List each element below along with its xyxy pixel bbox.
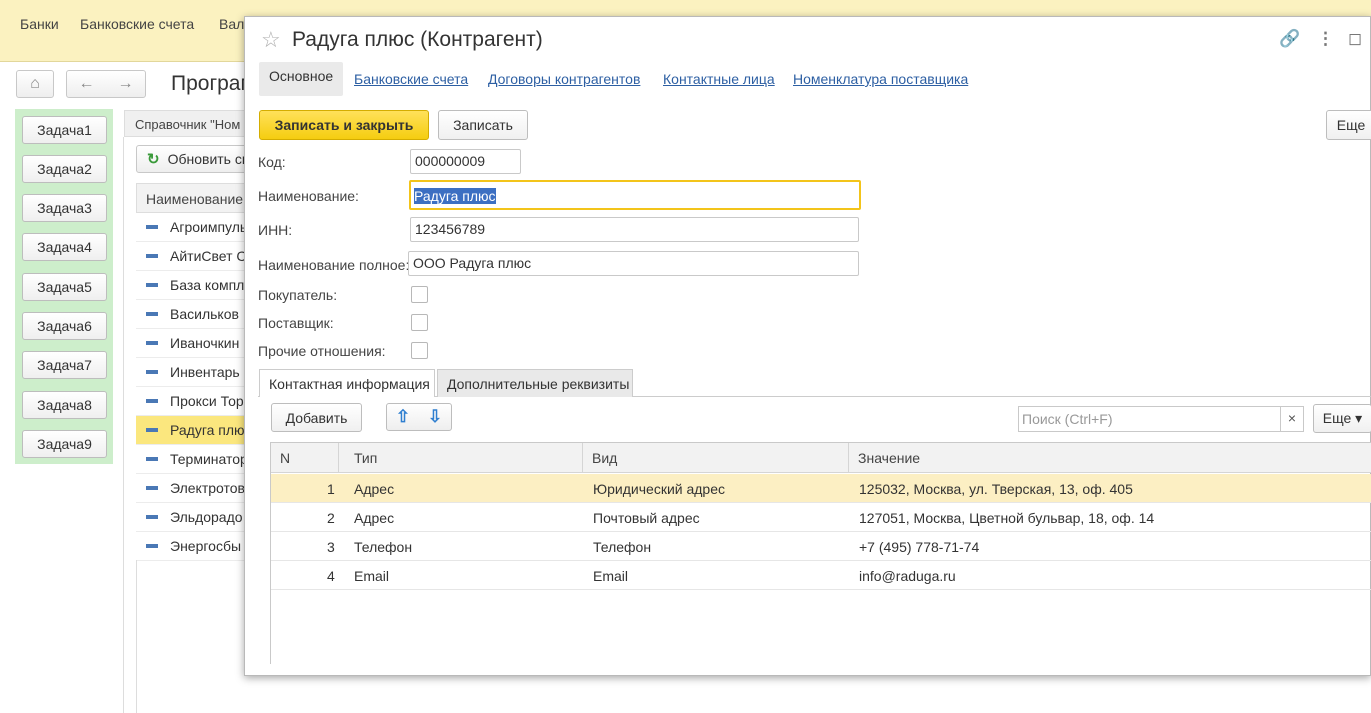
cell-value: +7 (495) 778-71-74 xyxy=(859,539,980,555)
table-row[interactable]: 2 Адрес Почтовый адрес 127051, Москва, Цвет… xyxy=(271,503,1371,532)
task-button-5[interactable]: Задача5 xyxy=(22,273,107,301)
cell-n: 4 xyxy=(327,568,335,584)
menu-item-banks[interactable]: Банки xyxy=(20,16,59,32)
tab-contracts[interactable]: Договоры контрагентов xyxy=(488,71,640,99)
save-and-close-button[interactable]: Записать и закрыть xyxy=(259,110,429,140)
search-clear-icon[interactable]: × xyxy=(1280,406,1304,432)
history-nav: ← → xyxy=(66,70,146,98)
column-header-type[interactable]: Тип xyxy=(339,443,583,473)
forward-arrow-icon[interactable]: → xyxy=(118,75,134,93)
back-arrow-icon[interactable]: ← xyxy=(79,75,95,93)
subtab-additional-attributes[interactable]: Дополнительные реквизиты xyxy=(437,369,633,397)
task-button-7[interactable]: Задача7 xyxy=(22,351,107,379)
task-button-9[interactable]: Задача9 xyxy=(22,430,107,458)
supplier-label: Поставщик: xyxy=(258,315,334,331)
refresh-icon: ↻ xyxy=(147,151,160,168)
tab-bank-accounts[interactable]: Банковские счета xyxy=(354,71,468,99)
column-header-n[interactable]: N xyxy=(271,443,339,473)
table-row[interactable]: 4 Email Email info@raduga.ru xyxy=(271,561,1371,590)
cell-kind: Email xyxy=(593,568,629,584)
task-button-3[interactable]: Задача3 xyxy=(22,194,107,222)
column-header-kind[interactable]: Вид xyxy=(583,443,849,473)
column-header-value[interactable]: Значение xyxy=(849,443,1371,473)
search-input[interactable]: Поиск (Ctrl+F) xyxy=(1018,406,1281,432)
table-more-button[interactable]: Еще ▾ xyxy=(1313,404,1371,433)
cell-value: info@raduga.ru xyxy=(859,568,956,584)
counterparty-form: ☆ Радуга плюс (Контрагент) 🔗 ⋮ ◻ Основно… xyxy=(244,16,1371,676)
add-button[interactable]: Добавить xyxy=(271,403,362,432)
cell-type: Адрес xyxy=(354,481,395,497)
cell-type: Email xyxy=(354,568,390,584)
item-marker-icon xyxy=(146,370,158,374)
divider xyxy=(136,560,137,713)
inn-label: ИНН: xyxy=(258,222,293,238)
divider xyxy=(123,137,124,713)
save-button[interactable]: Записать xyxy=(438,110,528,140)
form-title: Радуга плюс (Контрагент) xyxy=(292,28,543,51)
tab-contact-persons[interactable]: Контактные лица xyxy=(663,71,775,99)
cell-kind: Телефон xyxy=(593,539,652,555)
item-marker-icon xyxy=(146,225,158,229)
item-marker-icon xyxy=(146,486,158,490)
item-marker-icon xyxy=(146,399,158,403)
cell-n: 3 xyxy=(327,539,335,555)
buyer-label: Покупатель: xyxy=(258,287,338,303)
item-marker-icon xyxy=(146,457,158,461)
cell-type: Телефон xyxy=(354,539,413,555)
task-button-4[interactable]: Задача4 xyxy=(22,233,107,261)
cell-value: 127051, Москва, Цветной бульвар, 18, оф.… xyxy=(859,510,1155,526)
code-field[interactable]: 000000009 xyxy=(410,149,521,174)
maximize-icon[interactable]: ◻ xyxy=(1348,29,1362,49)
code-label: Код: xyxy=(258,154,286,170)
full-name-field[interactable]: ООО Радуга плюс xyxy=(408,251,859,276)
task-button-1[interactable]: Задача1 xyxy=(22,116,107,144)
task-panel: Задача1 Задача2 Задача3 Задача4 Задача5 … xyxy=(15,109,113,464)
menu-item-bank-accounts[interactable]: Банковские счета xyxy=(80,16,194,32)
cell-type: Адрес xyxy=(354,510,395,526)
home-button[interactable]: ⌂ xyxy=(16,70,54,98)
contact-info-table: N Тип Вид Значение 1 Адрес Юридический адр… xyxy=(270,442,1371,664)
more-button[interactable]: Еще xyxy=(1326,110,1371,140)
task-button-6[interactable]: Задача6 xyxy=(22,312,107,340)
link-icon[interactable]: 🔗 xyxy=(1279,29,1300,49)
item-marker-icon xyxy=(146,254,158,258)
buyer-checkbox[interactable] xyxy=(411,286,428,303)
favorite-star-icon[interactable]: ☆ xyxy=(261,27,281,53)
home-icon: ⌂ xyxy=(30,75,40,92)
full-name-label: Наименование полное: xyxy=(258,257,410,273)
item-marker-icon xyxy=(146,428,158,432)
task-button-8[interactable]: Задача8 xyxy=(22,391,107,419)
menu-item-currencies[interactable]: Вал xyxy=(219,16,244,32)
item-marker-icon xyxy=(146,544,158,548)
item-marker-icon xyxy=(146,515,158,519)
inn-field[interactable]: 123456789 xyxy=(410,217,859,242)
other-relations-label: Прочие отношения: xyxy=(258,343,386,359)
cell-n: 1 xyxy=(327,481,335,497)
page-title: Програм xyxy=(171,72,255,95)
table-row[interactable]: 3 Телефон Телефон +7 (495) 778-71-74 xyxy=(271,532,1371,561)
other-relations-checkbox[interactable] xyxy=(411,342,428,359)
move-up-icon[interactable]: ⇧ xyxy=(396,407,410,427)
cell-n: 2 xyxy=(327,510,335,526)
more-menu-icon[interactable]: ⋮ xyxy=(1317,29,1334,49)
task-button-2[interactable]: Задача2 xyxy=(22,155,107,183)
cell-kind: Почтовый адрес xyxy=(593,510,700,526)
table-row[interactable]: 1 Адрес Юридический адрес 125032, Москва, у… xyxy=(271,474,1371,503)
supplier-checkbox[interactable] xyxy=(411,314,428,331)
tab-main[interactable]: Основное xyxy=(259,62,344,96)
move-buttons: ⇧ ⇩ xyxy=(386,403,452,431)
subtab-contact-info[interactable]: Контактная информация xyxy=(259,369,435,397)
cell-kind: Юридический адрес xyxy=(593,481,726,497)
cell-value: 125032, Москва, ул. Тверская, 13, оф. 40… xyxy=(859,481,1133,497)
name-field[interactable]: Радуга плюс xyxy=(409,180,861,210)
tab-supplier-nomenclature[interactable]: Номенклатура поставщика xyxy=(793,71,968,99)
item-marker-icon xyxy=(146,283,158,287)
name-label: Наименование: xyxy=(258,188,359,204)
item-marker-icon xyxy=(146,312,158,316)
list-tab-header[interactable]: Справочник "Ном xyxy=(124,110,264,137)
move-down-icon[interactable]: ⇩ xyxy=(428,407,442,427)
item-marker-icon xyxy=(146,341,158,345)
